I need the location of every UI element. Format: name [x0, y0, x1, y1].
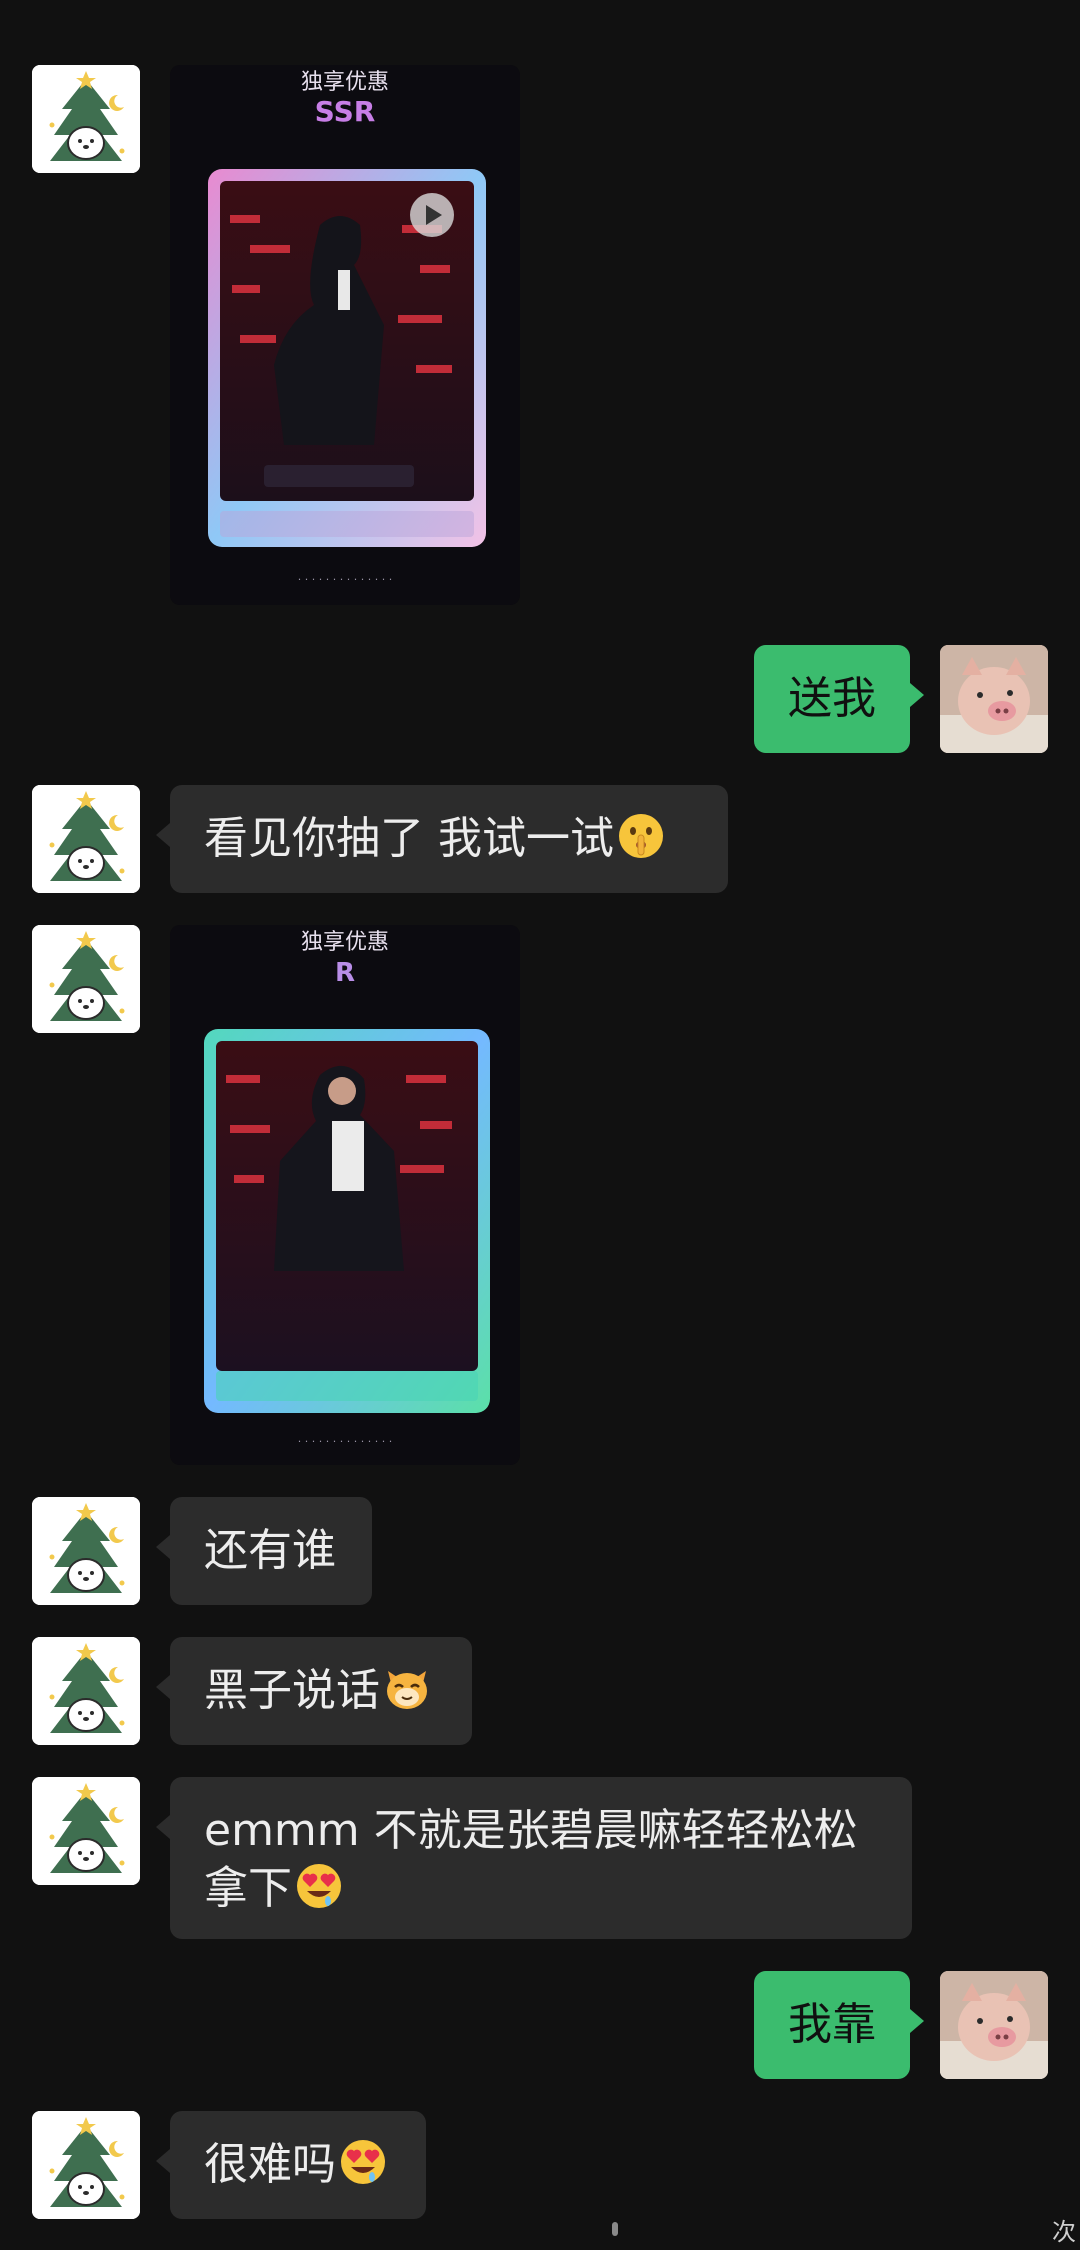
svg-text:· · · · · · · · · · · · · ·: · · · · · · · · · · · · · ·	[298, 1435, 392, 1448]
contact-avatar[interactable]	[32, 1497, 140, 1605]
contact-avatar[interactable]	[32, 65, 140, 173]
heart-eyes-drool-emoji-icon	[294, 1861, 344, 1911]
message-text: 我靠	[788, 1999, 876, 2050]
chat-window: 独享优惠 SSR · · · · · · · · · · · · · · 送我	[0, 0, 1080, 2250]
my-avatar[interactable]	[940, 1971, 1048, 2079]
christmas-tree-bear-icon	[32, 65, 140, 173]
svg-text:· · · · · · · · · · · · · ·: · · · · · · · · · · · · · ·	[298, 573, 392, 586]
incoming-message-bubble[interactable]: 看见你抽了 我试一试	[156, 785, 728, 893]
incoming-message-bubble[interactable]: 黑子说话	[156, 1637, 472, 1745]
piglet-icon	[940, 1971, 1048, 2079]
shushing-face-emoji-icon	[616, 811, 666, 861]
gacha-card-ssr-graphic: 独享优惠 SSR · · · · · · · · · · · · · ·	[170, 65, 520, 605]
contact-avatar[interactable]	[32, 925, 140, 1033]
message-text: 还有谁	[204, 1525, 336, 1576]
gacha-card-ssr-image[interactable]: 独享优惠 SSR · · · · · · · · · · · · · ·	[170, 65, 520, 605]
card-header-text: 独享优惠	[301, 70, 389, 95]
christmas-tree-bear-icon	[32, 2111, 140, 2219]
contact-avatar[interactable]	[32, 785, 140, 893]
card-rarity-text: R	[335, 958, 355, 988]
scroll-indicator	[612, 2222, 618, 2236]
message-text: 很难吗	[204, 2139, 336, 2190]
christmas-tree-bear-icon	[32, 925, 140, 1033]
christmas-tree-bear-icon	[32, 1497, 140, 1605]
card-rarity-text: SSR	[315, 95, 376, 128]
christmas-tree-bear-icon	[32, 785, 140, 893]
message-text: 送我	[788, 673, 876, 724]
contact-avatar[interactable]	[32, 2111, 140, 2219]
heart-eyes-drool-emoji-icon	[338, 2137, 388, 2187]
my-avatar[interactable]	[940, 645, 1048, 753]
message-text: 看见你抽了 我试一试	[204, 813, 614, 864]
incoming-message-bubble[interactable]: 还有谁	[156, 1497, 372, 1605]
message-text: 黑子说话	[204, 1665, 380, 1716]
contact-avatar[interactable]	[32, 1637, 140, 1745]
corner-watermark-glyph: 次	[1052, 2218, 1076, 2246]
cat-face-emoji-icon	[382, 1663, 432, 1713]
incoming-message-bubble[interactable]: 很难吗	[156, 2111, 426, 2219]
piglet-icon	[940, 645, 1048, 753]
outgoing-message-bubble[interactable]: 我靠	[754, 1971, 924, 2079]
card-header-text: 独享优惠	[301, 930, 389, 955]
incoming-message-bubble[interactable]: emmm 不就是张碧晨嘛轻轻松松拿下	[156, 1777, 912, 1939]
outgoing-message-bubble[interactable]: 送我	[754, 645, 924, 753]
gacha-card-r-graphic: 独享优惠 R · · · · · · · · · · · · · ·	[170, 925, 520, 1465]
christmas-tree-bear-icon	[32, 1637, 140, 1745]
gacha-card-r-image[interactable]: 独享优惠 R · · · · · · · · · · · · · ·	[170, 925, 520, 1465]
christmas-tree-bear-icon	[32, 1777, 140, 1885]
contact-avatar[interactable]	[32, 1777, 140, 1885]
